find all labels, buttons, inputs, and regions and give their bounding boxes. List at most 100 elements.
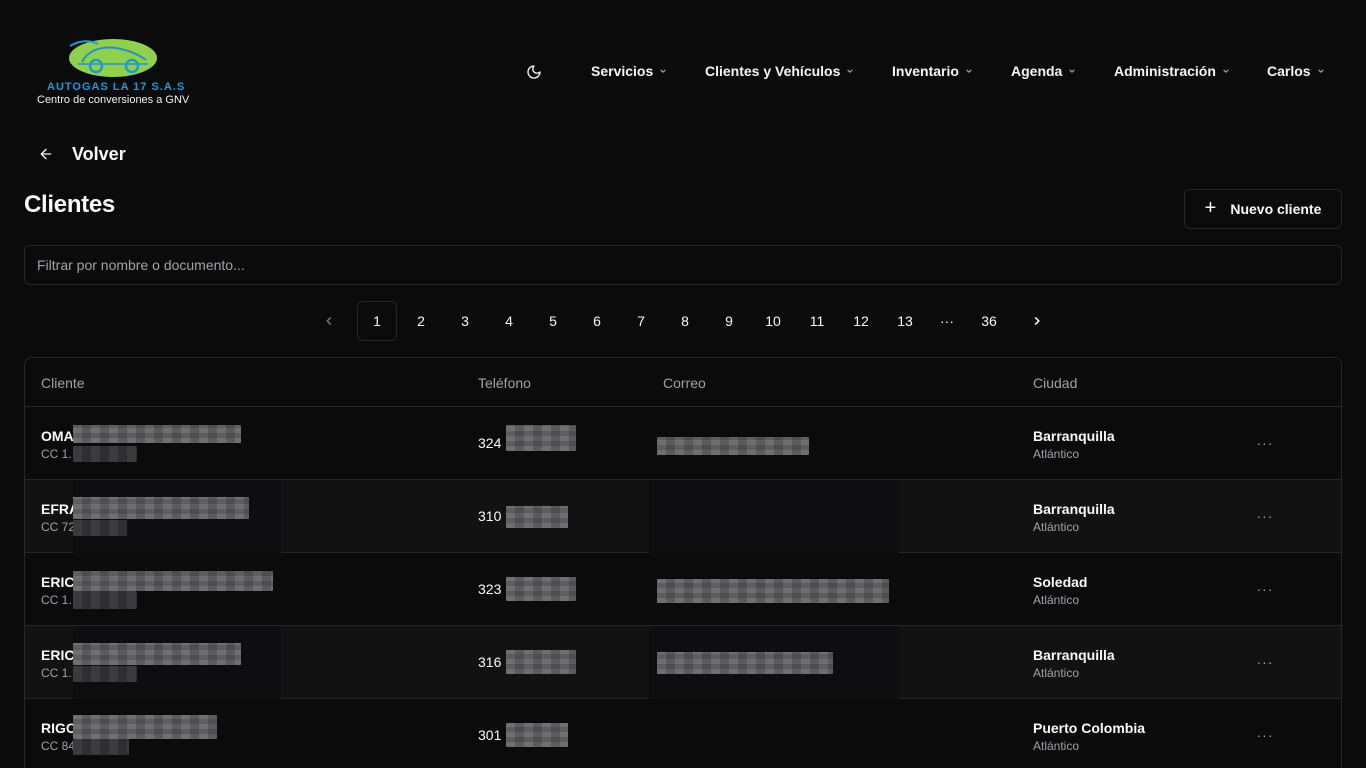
redacted-document xyxy=(73,666,137,682)
redacted-document xyxy=(73,739,129,755)
redaction-area xyxy=(649,480,899,553)
table-row[interactable]: OMA CC 1. 324 Barranquilla Atlántico ··· xyxy=(25,407,1341,480)
redacted-phone xyxy=(506,506,568,528)
nav-label: Inventario xyxy=(892,63,959,79)
page-button-10[interactable]: 10 xyxy=(753,301,793,341)
clients-table: Cliente Teléfono Correo Ciudad OMA CC 1.… xyxy=(24,357,1342,768)
page-button-3[interactable]: 3 xyxy=(445,301,485,341)
page-button-9[interactable]: 9 xyxy=(709,301,749,341)
new-client-button[interactable]: + Nuevo cliente xyxy=(1184,189,1342,229)
nav-inventario[interactable]: Inventario xyxy=(892,60,973,82)
nav-label: Administración xyxy=(1114,63,1216,79)
redacted-phone xyxy=(506,650,576,674)
client-city: Soledad xyxy=(1033,574,1088,590)
client-name: ERIC xyxy=(41,574,75,590)
page-button-13[interactable]: 13 xyxy=(885,301,925,341)
nav-label: Servicios xyxy=(591,63,654,79)
client-city: Barranquilla xyxy=(1033,647,1115,663)
brand-subtitle: Centro de conversiones a GNV xyxy=(37,94,190,106)
app-header: AUTOGAS LA 17 S.A.S Centro de conversion… xyxy=(0,0,1366,120)
chevron-down-icon xyxy=(1069,69,1076,73)
redacted-document xyxy=(73,446,137,462)
plus-icon: + xyxy=(1204,197,1217,219)
client-name: ERIC xyxy=(41,647,75,663)
theme-toggle-button[interactable] xyxy=(524,62,544,82)
back-label: Volver xyxy=(72,143,126,164)
chevron-right-icon xyxy=(1034,316,1040,326)
table-row[interactable]: RIGO CC 84 301 Puerto Colombia Atlántico… xyxy=(25,699,1341,768)
client-document: CC 1. xyxy=(41,666,72,680)
more-horizontal-icon: ··· xyxy=(1256,727,1274,743)
page-button-1[interactable]: 1 xyxy=(357,301,397,341)
row-actions-button[interactable]: ··· xyxy=(1253,504,1277,528)
car-logo-icon xyxy=(69,39,157,77)
client-name: OMA xyxy=(41,428,74,444)
pagination-ellipsis: ··· xyxy=(940,313,954,329)
client-document: CC 84 xyxy=(41,739,76,753)
page-button-6[interactable]: 6 xyxy=(577,301,617,341)
row-actions-button[interactable]: ··· xyxy=(1253,650,1277,674)
row-actions-button[interactable]: ··· xyxy=(1253,577,1277,601)
table-row[interactable]: ERIC CC 1. 323 Soledad Atlántico ··· xyxy=(25,553,1341,626)
redacted-phone xyxy=(506,577,576,601)
page-button-4[interactable]: 4 xyxy=(489,301,529,341)
redacted-document xyxy=(73,520,127,536)
page-button-12[interactable]: 12 xyxy=(841,301,881,341)
column-header-city: Ciudad xyxy=(1033,375,1078,391)
brand-title: AUTOGAS LA 17 S.A.S xyxy=(47,81,186,93)
client-phone: 323 xyxy=(478,581,502,597)
row-actions-button[interactable]: ··· xyxy=(1253,723,1277,747)
redacted-phone xyxy=(506,425,576,451)
arrow-left-icon xyxy=(40,148,52,160)
pagination-next-button[interactable] xyxy=(1017,301,1057,341)
client-phone: 310 xyxy=(478,508,502,524)
page-button-2[interactable]: 2 xyxy=(401,301,441,341)
nav-agenda[interactable]: Agenda xyxy=(1011,60,1076,82)
moon-icon xyxy=(527,65,541,79)
redacted-name xyxy=(73,497,249,519)
client-city: Barranquilla xyxy=(1033,428,1115,444)
redacted-phone xyxy=(506,723,568,747)
nav-administracion[interactable]: Administración xyxy=(1114,60,1230,82)
more-horizontal-icon: ··· xyxy=(1256,435,1274,451)
chevron-down-icon xyxy=(1317,69,1324,73)
client-department: Atlántico xyxy=(1033,447,1080,461)
client-phone: 301 xyxy=(478,727,502,743)
chevron-down-icon xyxy=(966,69,972,73)
page-button-last[interactable]: 36 xyxy=(969,301,1009,341)
redacted-name xyxy=(73,571,273,591)
redacted-email xyxy=(657,437,809,455)
new-client-label: Nuevo cliente xyxy=(1230,201,1322,217)
chevron-down-icon xyxy=(1223,69,1229,73)
back-button[interactable]: Volver xyxy=(38,142,126,166)
page-button-11[interactable]: 11 xyxy=(797,301,837,341)
client-filter-input[interactable] xyxy=(24,245,1342,285)
client-city: Puerto Colombia xyxy=(1033,720,1146,736)
column-header-email: Correo xyxy=(663,375,706,391)
nav-servicios[interactable]: Servicios xyxy=(591,60,667,82)
page-button-8[interactable]: 8 xyxy=(665,301,705,341)
client-phone: 316 xyxy=(478,654,502,670)
client-department: Atlántico xyxy=(1033,593,1080,607)
chevron-down-icon xyxy=(847,69,854,73)
page-button-5[interactable]: 5 xyxy=(533,301,573,341)
nav-label: Agenda xyxy=(1011,63,1063,79)
chevron-down-icon xyxy=(660,69,667,73)
page-button-7[interactable]: 7 xyxy=(621,301,661,341)
more-horizontal-icon: ··· xyxy=(1256,654,1274,670)
pagination-previous-button[interactable] xyxy=(309,301,349,341)
table-row[interactable]: ERIC CC 1. 316 Barranquilla Atlántico ··… xyxy=(25,626,1341,699)
nav-label: Clientes y Vehículos xyxy=(705,63,841,79)
chevron-left-icon xyxy=(326,316,332,326)
redacted-document xyxy=(73,591,137,609)
client-name: RIGO xyxy=(41,720,77,736)
table-header: Cliente Teléfono Correo Ciudad xyxy=(25,358,1341,407)
brand-logo[interactable]: AUTOGAS LA 17 S.A.S Centro de conversion… xyxy=(36,36,196,108)
pagination: 1 2 3 4 5 6 7 8 9 10 11 12 13 ··· 36 xyxy=(0,301,1366,341)
nav-clientes-vehiculos[interactable]: Clientes y Vehículos xyxy=(705,60,854,82)
redacted-email xyxy=(657,652,833,674)
table-row[interactable]: EFRA CC 72 310 Barranquilla Atlántico ··… xyxy=(25,480,1341,553)
nav-user-menu[interactable]: Carlos xyxy=(1267,60,1325,82)
nav-label: Carlos xyxy=(1267,63,1311,79)
row-actions-button[interactable]: ··· xyxy=(1253,431,1277,455)
